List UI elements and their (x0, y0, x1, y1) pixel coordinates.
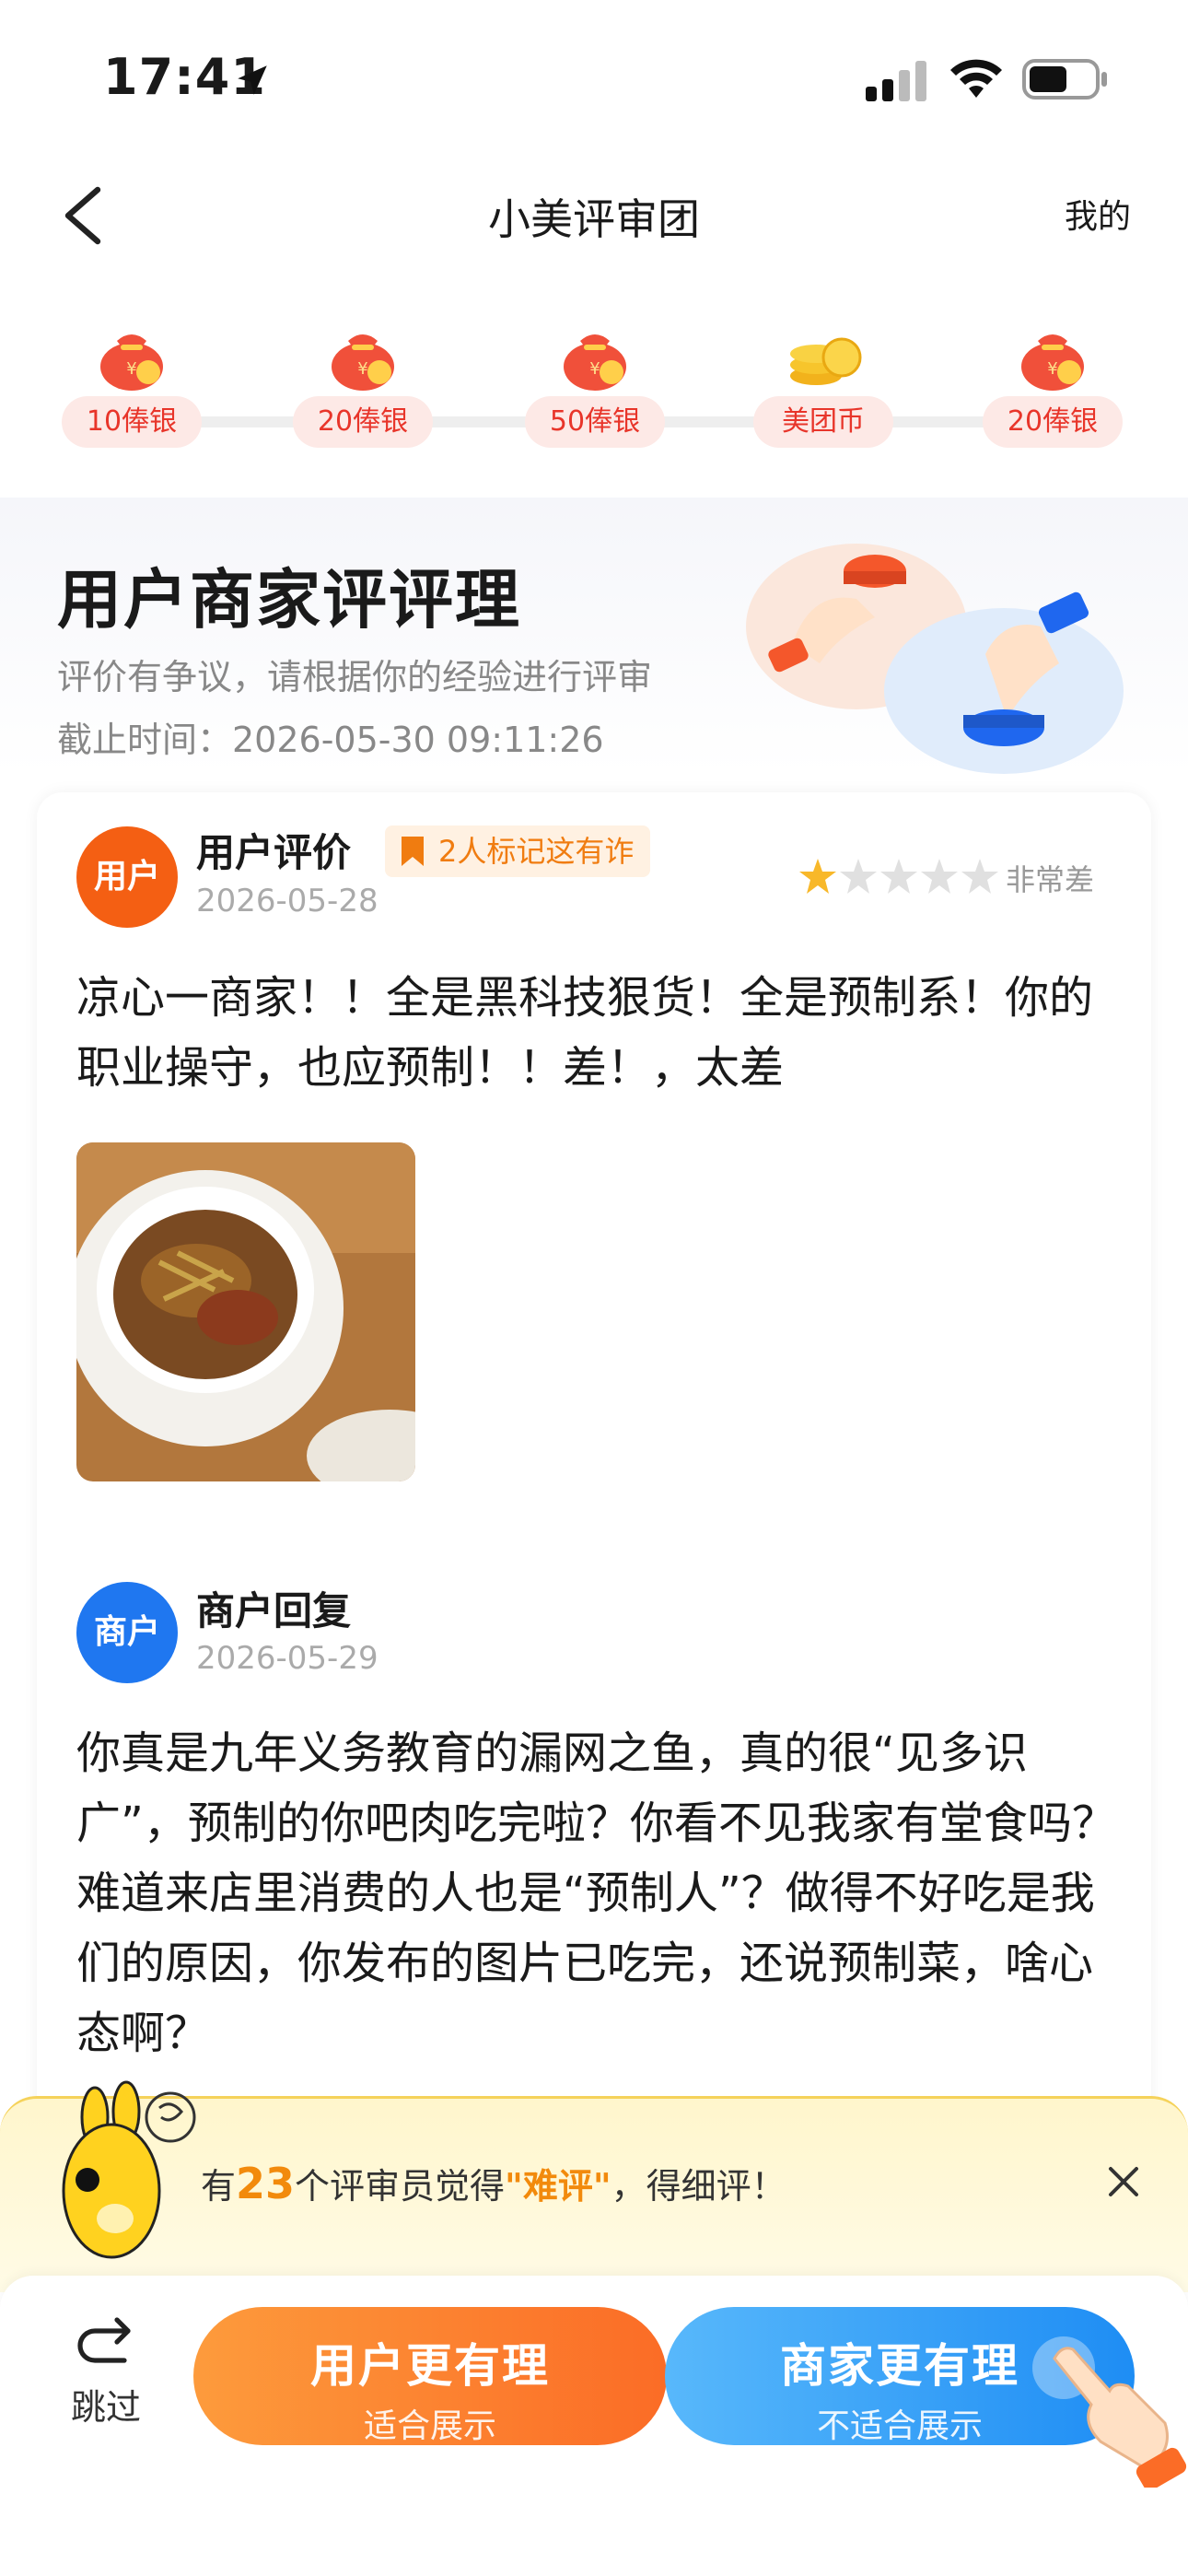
merchant-avatar: 商户 (76, 1582, 178, 1683)
rating-text: 非常差 (1006, 862, 1095, 897)
hint-middle: 个评审员觉得 (295, 2166, 506, 2207)
svg-text:¥: ¥ (126, 359, 136, 379)
pointing-hand-icon (1032, 2336, 1187, 2488)
hint-highlight: "难评" (505, 2166, 611, 2207)
redo-arrow-icon (77, 2317, 131, 2363)
star-rating-icon (799, 859, 998, 894)
reward-step: ¥ 20俸银 (289, 313, 437, 461)
cellular-signal-icon (866, 61, 926, 101)
section-subtitle: 评价有争议，请根据你的经验进行评审 (57, 657, 653, 697)
hint-message: 有23个评审员觉得"难评"，得细评！ (201, 2158, 786, 2208)
review-card: 用户 用户评价 2人标记这有诈 2026-05-28 非常差 凉心一商家！！全是… (37, 792, 1151, 2174)
reply-author: 商户回复 (196, 1588, 352, 1633)
wifi-icon (950, 59, 1002, 98)
section-title: 用户商家评评理 (57, 562, 521, 638)
reward-step: ¥ 10俸银 (58, 313, 205, 461)
status-bar: 17:41 (0, 0, 1188, 147)
review-author: 用户评价 (196, 830, 352, 875)
reply-date: 2026-05-29 (196, 1640, 379, 1677)
fraud-flag-tag: 2人标记这有诈 (385, 825, 651, 877)
svg-text:¥: ¥ (589, 359, 600, 379)
food-photo-image (76, 1142, 415, 1481)
user-avatar: 用户 (76, 826, 178, 928)
coin-stack-icon (790, 337, 862, 385)
reward-step: 美团币 (750, 313, 897, 461)
money-bag-icon: ¥ (1021, 334, 1084, 391)
hint-banner: 有23个评审员觉得"难评"，得细评！ (0, 2080, 1188, 2292)
reward-label: 10俸银 (62, 396, 202, 448)
user-wins-sublabel: 适合展示 (363, 2407, 496, 2445)
user-wins-button[interactable]: 用户更有理 适合展示 (193, 2307, 667, 2445)
mascot-kangaroo-icon (62, 2080, 196, 2259)
reply-text: 你真是九年义务教育的漏网之鱼，真的很“见多识广”，预制的你吧肉吃完啦？你看不见我… (76, 1727, 1116, 2059)
reward-label: 20俸银 (983, 396, 1123, 448)
svg-text:¥: ¥ (357, 359, 367, 379)
skip-button[interactable]: 跳过 (55, 2313, 157, 2432)
hint-prefix: 有 (201, 2166, 237, 2207)
skip-label: 跳过 (70, 2387, 141, 2428)
header-section: 用户商家评评理 评价有争议，请根据你的经验进行评审 截止时间：2026-05-3… (0, 498, 1188, 774)
hint-count: 23 (236, 2159, 296, 2208)
navigation-bar: 小美评审团 我的 (0, 166, 1188, 258)
review-text: 凉心一商家！！全是黑科技狠货！全是预制系！你的职业操守，也应预制！！差！，太差 (76, 972, 1094, 1094)
mine-link[interactable]: 我的 (1065, 190, 1131, 238)
page-title: 小美评审团 (488, 194, 700, 244)
svg-text:¥: ¥ (1047, 359, 1057, 379)
reward-label: 美团币 (753, 396, 893, 448)
reward-label: 50俸银 (525, 396, 665, 448)
fraud-flag-label: 2人标记这有诈 (438, 834, 635, 869)
battery-icon (1022, 59, 1107, 100)
close-icon[interactable] (1105, 2163, 1142, 2200)
reward-progress: ¥ 10俸银 ¥ 20俸银 ¥ 50俸银 美团币 ¥ 20俸银 (0, 313, 1188, 461)
money-bag-icon: ¥ (100, 334, 163, 391)
reward-label: 20俸银 (293, 396, 433, 448)
location-arrow-icon (238, 65, 267, 95)
hint-suffix: ，得细评！ (611, 2166, 786, 2207)
bottom-action-bar: 跳过 用户更有理 适合展示 商家更有理 不适合展示 (0, 2276, 1188, 2576)
money-bag-icon: ¥ (332, 334, 394, 391)
review-photo[interactable] (76, 1142, 415, 1481)
user-wins-label: 用户更有理 (310, 2339, 550, 2393)
vote-buttons-illustration-icon (746, 544, 1124, 774)
money-bag-icon: ¥ (564, 334, 626, 391)
review-date: 2026-05-28 (196, 883, 379, 919)
deadline-text: 截止时间：2026-05-30 09:11:26 (57, 720, 604, 760)
reward-step: ¥ 20俸银 (979, 313, 1126, 461)
reward-step: ¥ 50俸银 (521, 313, 669, 461)
bookmark-icon (402, 837, 424, 866)
